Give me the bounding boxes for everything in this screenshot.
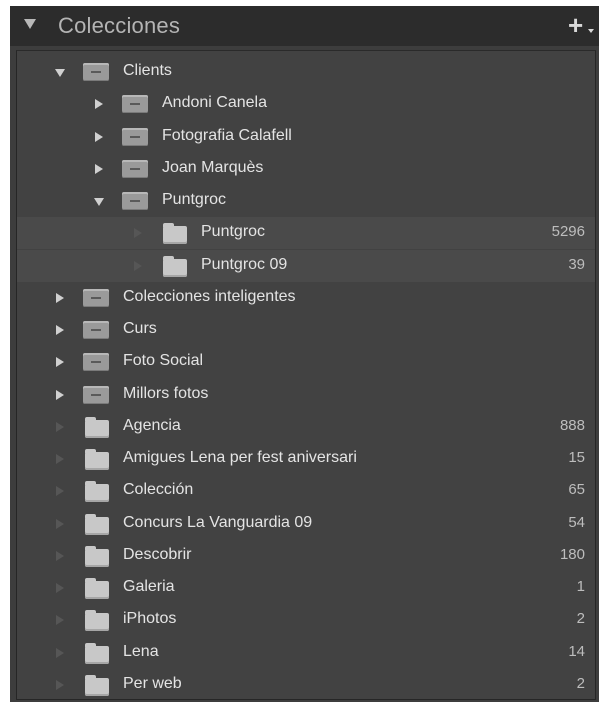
collapse-panel-triangle-icon[interactable] — [24, 19, 36, 29]
collapsed-triangle-icon[interactable] — [56, 292, 64, 303]
collection-set-row[interactable]: Fotografia Calafell — [17, 121, 595, 153]
disabled-triangle-icon — [56, 583, 64, 593]
collection-set-row[interactable]: Millors fotos — [17, 379, 595, 411]
collection-icon — [85, 513, 109, 535]
disabled-triangle-icon — [56, 550, 64, 561]
collection-row[interactable]: iPhotos 2 — [17, 604, 595, 636]
collection-set-icon — [122, 127, 148, 146]
photo-count: 39 — [568, 255, 585, 273]
collection-icon — [85, 449, 109, 470]
row-label: Lena — [123, 642, 159, 660]
collection-icon — [163, 255, 187, 277]
row-label: Puntgroc — [201, 223, 266, 241]
collection-icon — [85, 416, 109, 438]
row-label: Puntgroc 09 — [201, 255, 288, 273]
collection-row[interactable]: Galeria 1 — [17, 572, 595, 604]
expanded-triangle-icon[interactable] — [55, 69, 65, 77]
collection-row[interactable]: Puntgroc 09 39 — [17, 249, 595, 282]
disabled-triangle-icon — [56, 647, 64, 658]
collapsed-triangle-icon[interactable] — [95, 131, 103, 142]
photo-count: 2 — [576, 674, 585, 692]
collection-icon — [85, 610, 109, 632]
photo-count: 54 — [568, 513, 585, 531]
photo-count: 2 — [576, 610, 585, 628]
row-label: Concurs La Vanguardia 09 — [123, 513, 313, 531]
collection-set-icon — [83, 288, 109, 307]
row-label: Joan Marquès — [162, 158, 264, 176]
collection-row[interactable]: Per web 2 — [17, 669, 595, 701]
photo-count: 1 — [576, 578, 585, 595]
collection-row[interactable]: Colección 65 — [17, 475, 595, 507]
collection-set-icon — [83, 385, 109, 404]
collections-list: Clients Andoni Canela Fotografia Calafell J… — [16, 50, 596, 700]
add-menu-caret-icon[interactable] — [588, 29, 594, 33]
photo-count: 14 — [568, 642, 585, 660]
collection-set-icon — [83, 321, 109, 339]
disabled-triangle-icon — [134, 228, 142, 239]
row-label: Foto Social — [123, 352, 204, 370]
disabled-triangle-icon — [56, 615, 64, 626]
row-label: Descobrir — [123, 545, 192, 563]
row-label: Galeria — [123, 578, 175, 595]
row-label: Clients — [123, 62, 172, 79]
row-label: Puntgroc — [162, 191, 227, 208]
collection-row[interactable]: Lena 14 — [17, 637, 595, 669]
collapsed-triangle-icon[interactable] — [95, 163, 103, 174]
collection-row[interactable]: Concurs La Vanguardia 09 54 — [17, 508, 595, 540]
row-label: Per web — [123, 674, 182, 692]
collection-set-row[interactable]: Curs — [17, 314, 595, 346]
photo-count: 65 — [568, 481, 585, 499]
collection-set-row[interactable]: Joan Marquès — [17, 153, 595, 185]
disabled-triangle-icon — [56, 421, 64, 432]
collapsed-triangle-icon[interactable] — [95, 99, 103, 110]
row-label: iPhotos — [123, 610, 177, 628]
expanded-triangle-icon[interactable] — [94, 198, 104, 206]
collection-set-icon — [122, 192, 148, 210]
collapsed-triangle-icon[interactable] — [56, 357, 64, 368]
disabled-triangle-icon — [56, 679, 64, 690]
disabled-triangle-icon — [56, 518, 64, 529]
collection-row[interactable]: Puntgroc 5296 — [17, 217, 595, 250]
collection-icon — [85, 545, 109, 567]
row-label: Colecciones inteligentes — [123, 287, 296, 305]
collection-icon — [85, 642, 109, 664]
collection-icon — [163, 223, 187, 245]
row-label: Colección — [123, 481, 194, 499]
row-label: Curs — [123, 320, 157, 337]
row-label: Amigues Lena per fest aniversari — [123, 449, 357, 466]
row-label: Andoni Canela — [162, 94, 267, 112]
collection-set-icon — [122, 159, 148, 178]
collection-icon — [85, 578, 109, 599]
photo-count: 180 — [559, 545, 585, 563]
collection-set-icon — [122, 95, 148, 114]
collection-set-icon — [83, 63, 109, 81]
collection-row[interactable]: Descobrir 180 — [17, 540, 595, 572]
collection-row[interactable]: Amigues Lena per fest aniversari 15 — [17, 443, 595, 475]
collection-set-row[interactable]: Foto Social — [17, 346, 595, 378]
panel-header[interactable]: Colecciones + — [10, 6, 599, 46]
collection-set-row[interactable]: Clients — [17, 56, 595, 88]
collection-icon — [85, 481, 109, 503]
collection-set-icon — [83, 353, 109, 372]
collection-set-row[interactable]: Puntgroc — [17, 185, 595, 217]
collections-panel: Colecciones + Clients Andoni Canela Fotogr… — [10, 6, 599, 702]
disabled-triangle-icon — [134, 260, 142, 271]
photo-count: 15 — [568, 449, 585, 466]
disabled-triangle-icon — [56, 486, 64, 497]
row-label: Agencia — [123, 416, 181, 434]
row-label: Millors fotos — [123, 384, 209, 402]
collection-row[interactable]: Agencia 888 — [17, 411, 595, 443]
panel-title: Colecciones — [58, 13, 181, 38]
collapsed-triangle-icon[interactable] — [56, 389, 64, 400]
collection-set-row[interactable]: Andoni Canela — [17, 88, 595, 120]
row-label: Fotografia Calafell — [162, 126, 292, 144]
photo-count: 5296 — [551, 223, 585, 241]
disabled-triangle-icon — [56, 454, 64, 464]
collection-icon — [85, 674, 109, 696]
collapsed-triangle-icon[interactable] — [56, 325, 64, 335]
photo-count: 888 — [559, 416, 585, 434]
add-collection-button[interactable]: + — [568, 11, 594, 39]
collection-set-row[interactable]: Colecciones inteligentes — [17, 282, 595, 314]
